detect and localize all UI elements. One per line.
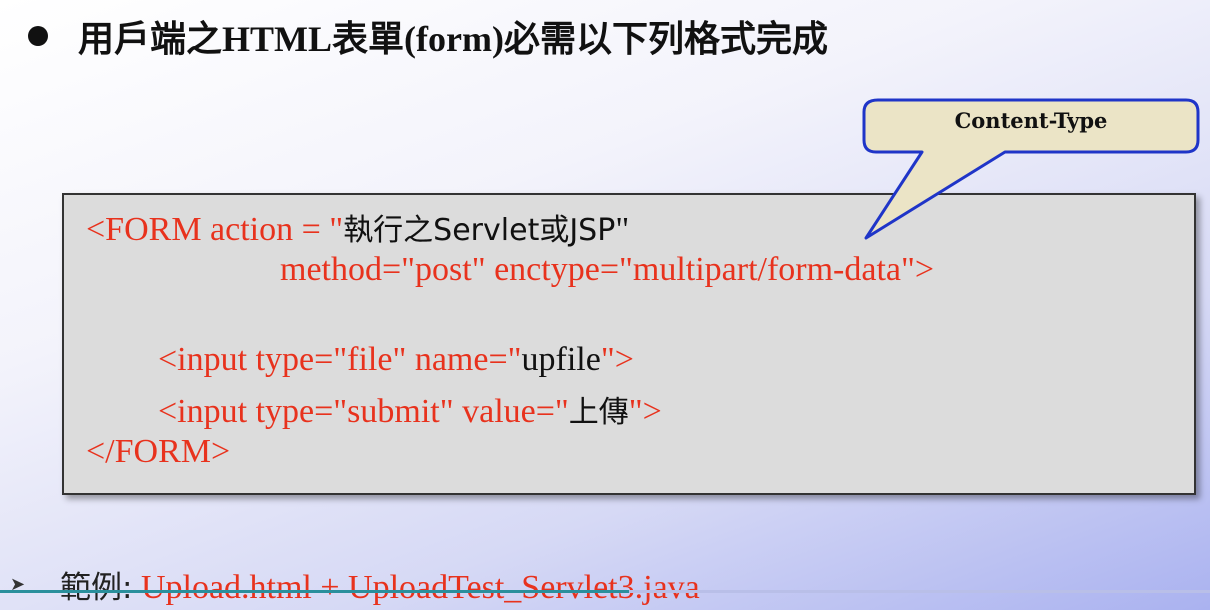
mouse-cursor-icon: ➤ bbox=[10, 574, 26, 595]
video-progress-bar[interactable] bbox=[0, 590, 1210, 593]
code-input-file-post: "> bbox=[600, 341, 634, 378]
code-input-file-name: upfile bbox=[521, 341, 601, 378]
slide-heading: 用戶端之 HTML表單(form) 必需以下列格式完成 bbox=[28, 8, 828, 64]
code-line-method-enctype: method="post" enctype="multipart/form-da… bbox=[280, 251, 935, 288]
video-progress-fill bbox=[0, 590, 630, 593]
heading-text-part3: 必需以下列格式完成 bbox=[503, 19, 828, 60]
heading-text-part1: 用戶端之 bbox=[78, 19, 223, 60]
heading-text-part2: HTML表單(form) bbox=[222, 19, 504, 59]
code-form-quote: " bbox=[615, 211, 630, 248]
example-line: 範例: Upload.html + UploadTest_Servlet3.ja… bbox=[60, 562, 700, 607]
code-line-input-submit: <input type="submit" value="上傳"> bbox=[158, 387, 662, 431]
code-form-tag: <FORM action = " bbox=[86, 211, 344, 248]
code-line-form-close: </FORM> bbox=[86, 433, 231, 470]
code-form-action-value: 執行之Servlet或JSP bbox=[343, 213, 616, 248]
code-input-submit-value: 上傳 bbox=[568, 395, 629, 430]
example-files: Upload.html + UploadTest_Servlet3.java bbox=[140, 569, 700, 606]
bullet-icon bbox=[28, 26, 48, 46]
code-input-submit-pre: <input type="submit" value=" bbox=[158, 393, 569, 430]
code-example-box: <FORM action = "執行之Servlet或JSP" method="… bbox=[62, 193, 1196, 495]
code-input-file-pre: <input type="file" name=" bbox=[158, 341, 522, 378]
code-input-submit-post: "> bbox=[628, 393, 662, 430]
code-line-form-open: <FORM action = "執行之Servlet或JSP" bbox=[86, 205, 629, 249]
code-line-input-file: <input type="file" name="upfile"> bbox=[158, 341, 634, 379]
callout-label: Content-Type bbox=[954, 108, 1108, 133]
example-label: 範例: bbox=[60, 570, 133, 606]
